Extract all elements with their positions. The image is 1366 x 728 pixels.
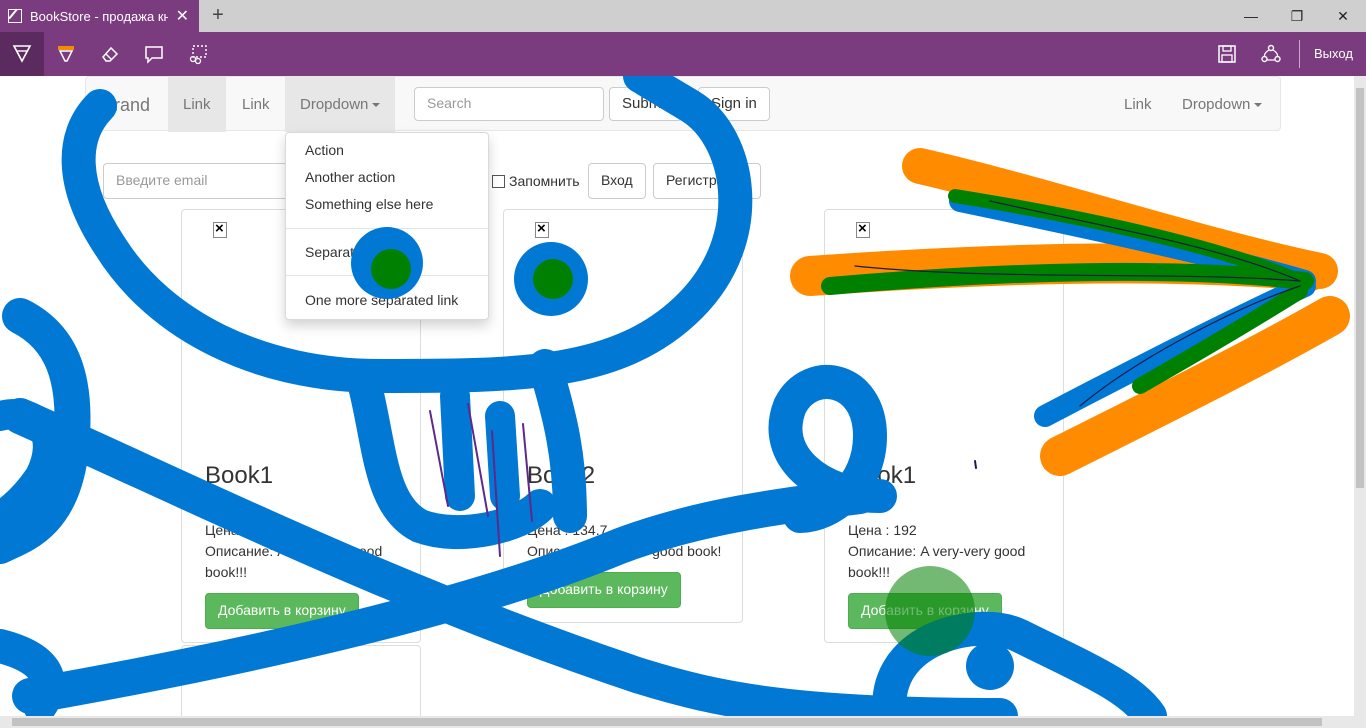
menu-item-separated-link[interactable]: Separated link [305, 244, 395, 260]
menu-divider [286, 228, 488, 229]
ballpoint-pen-icon [12, 45, 32, 63]
nav-dropdown-toggle[interactable]: Dropdown [285, 77, 396, 132]
navbar-brand[interactable]: Brand [102, 95, 150, 116]
remember-checkbox[interactable]: Запомнить [492, 173, 580, 189]
browser-tab[interactable]: BookStore - продажа книг ✕ [0, 0, 199, 32]
book-price: Цена : 134.7 [527, 522, 608, 538]
register-button[interactable]: Регистрация [653, 163, 761, 199]
add-to-cart-button[interactable]: Добавить в корзину [205, 593, 359, 629]
ink-arrow-green-lower [1132, 283, 1308, 394]
menu-item-something-else[interactable]: Something else here [305, 196, 433, 212]
share-web-note-button[interactable] [1249, 32, 1293, 76]
email-field[interactable]: Введите email [103, 163, 293, 199]
vertical-scrollbar[interactable] [1354, 76, 1366, 716]
ink-arrow-orange-lower [1040, 296, 1350, 476]
nav-right-link[interactable]: Link [1124, 96, 1152, 113]
ink-blob [966, 642, 1014, 690]
highlighter-button[interactable] [44, 32, 88, 76]
book-description: Описание: A very-very good book!!! [205, 543, 383, 580]
nav-right-dropdown[interactable]: Dropdown [1182, 96, 1263, 113]
ink-arrow-blue-lower [1034, 275, 1316, 427]
nav-right-dropdown-label: Dropdown [1182, 96, 1251, 113]
book-price: Цена : 192 [205, 522, 274, 538]
scrollbar-thumb[interactable] [1356, 88, 1364, 488]
book-description: Описание: Another good book! [527, 543, 722, 559]
dropdown-menu-body: Action Another action Something else her… [285, 132, 489, 320]
close-window-button[interactable]: ✕ [1320, 0, 1366, 32]
book-description: Описание: A very-very good book!!! [848, 543, 1026, 580]
caret-down-icon [372, 103, 381, 108]
add-to-cart-button[interactable]: Добавить в корзину [527, 572, 681, 608]
search-input[interactable]: Search [414, 87, 604, 121]
nav-link-2[interactable]: Link [242, 96, 270, 113]
caret-down-icon [1254, 103, 1263, 108]
menu-divider [286, 275, 488, 276]
ink-stroke-bottom-left [0, 629, 65, 716]
highlighter-icon [58, 46, 74, 62]
inking-toolbar: Выход [0, 32, 1366, 76]
submit-button[interactable]: Submit [609, 87, 682, 121]
ballpoint-pen-button[interactable] [0, 32, 44, 76]
share-icon [1261, 44, 1281, 63]
login-button[interactable]: Вход [588, 163, 646, 199]
nav-dropdown-label: Dropdown [300, 96, 369, 113]
web-note-icon [8, 9, 22, 23]
comment-icon [145, 46, 163, 64]
broken-image-icon [856, 220, 870, 238]
new-tab-button[interactable]: + [207, 4, 229, 26]
ink-stroke-left-tentacle [0, 298, 91, 564]
toolbar-separator [1299, 40, 1300, 68]
broken-image-icon [213, 220, 227, 238]
book-card: Book2 Цена : 134.7 Описание: Another goo… [503, 209, 743, 623]
book-title: Book2 [527, 462, 596, 489]
menu-item-another-action[interactable]: Another action [305, 169, 395, 185]
browser-tab-bar: BookStore - продажа книг ✕ + — ❐ ✕ [0, 0, 1366, 32]
clip-icon [189, 45, 207, 65]
book-title: Book1 [205, 462, 274, 489]
menu-item-one-more-separated[interactable]: One more separated link [305, 292, 458, 308]
save-web-note-button[interactable] [1205, 32, 1249, 76]
close-tab-icon[interactable]: ✕ [176, 6, 189, 26]
book-title: Book1 [848, 462, 917, 489]
clip-button[interactable] [176, 32, 220, 76]
book-card: Book1 Цена : 192 Описание: A very-very g… [824, 209, 1064, 643]
save-icon [1218, 45, 1236, 63]
menu-item-action[interactable]: Action [305, 142, 344, 158]
eraser-button[interactable] [88, 32, 132, 76]
broken-image-icon [213, 656, 227, 674]
web-page: Brand Link Link Dropdown Search Submit S… [0, 76, 1354, 716]
minimize-button[interactable]: — [1228, 0, 1274, 32]
exit-button[interactable]: Выход [1314, 46, 1353, 61]
nav-link-1[interactable]: Link [168, 77, 226, 132]
ink-stroke-fingers [440, 381, 520, 511]
navbar: Brand Link Link Dropdown Search Submit S… [85, 76, 1281, 132]
tab-title: BookStore - продажа книг [30, 8, 168, 24]
scrollbar-thumb[interactable] [12, 718, 1322, 726]
add-note-button[interactable] [132, 32, 176, 76]
restore-button[interactable]: ❐ [1274, 0, 1320, 32]
eraser-icon [102, 46, 119, 62]
broken-image-icon [535, 220, 549, 238]
remember-label: Запомнить [509, 173, 580, 189]
book-card [181, 645, 421, 716]
add-to-cart-button[interactable]: Добавить в корзину [848, 593, 1002, 629]
sign-in-button[interactable]: Sign in [698, 87, 770, 121]
book-price: Цена : 192 [848, 522, 917, 538]
horizontal-scrollbar[interactable] [0, 716, 1366, 728]
checkbox-box[interactable] [492, 174, 505, 188]
ink-stroke-left-curl [0, 399, 63, 531]
